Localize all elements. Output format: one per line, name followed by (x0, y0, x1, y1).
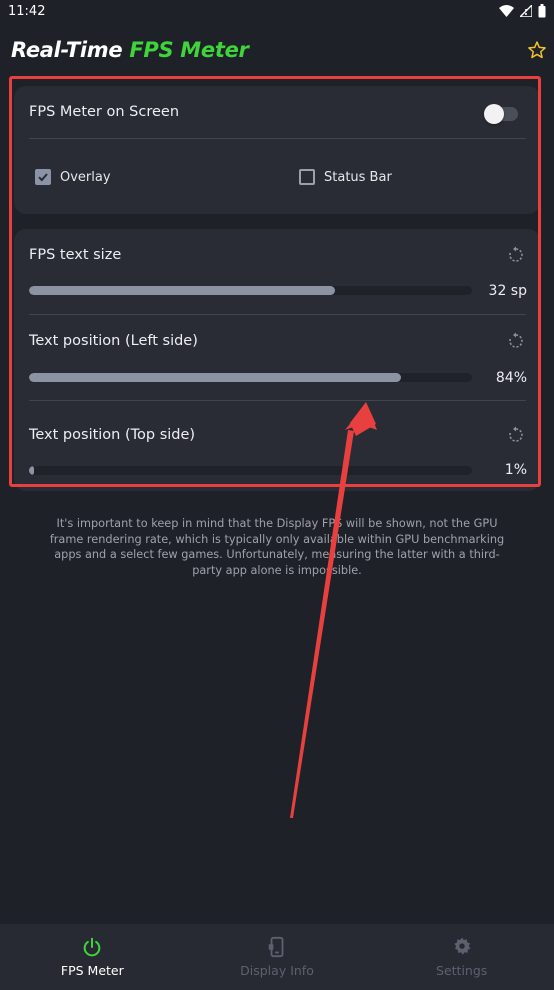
nav-display-info[interactable]: Display Info (185, 924, 370, 990)
highlight-frame (9, 76, 541, 487)
power-icon (84, 937, 101, 957)
gear-icon (454, 937, 471, 955)
battery-icon (538, 4, 546, 18)
nav-label: Display Info (240, 963, 314, 978)
app-title-accent: FPS Meter (129, 38, 249, 62)
status-time: 11:42 (8, 3, 46, 19)
status-bar: 11:42 (0, 0, 554, 22)
nav-fps-meter[interactable]: FPS Meter (0, 924, 185, 990)
info-note: It's important to keep in mind that the … (49, 517, 505, 577)
nav-label: FPS Meter (60, 963, 124, 978)
wifi-icon (499, 5, 514, 17)
app-title: Real-Time FPS Meter (11, 38, 249, 62)
app-title-plain: Real-Time (11, 38, 130, 62)
nav-settings[interactable]: Settings (369, 924, 554, 990)
star-icon[interactable] (526, 39, 548, 61)
nav-label: Settings (436, 963, 488, 978)
status-icons (499, 4, 546, 18)
signal-icon (520, 5, 532, 17)
app-header: Real-Time FPS Meter (0, 30, 554, 70)
bottom-nav: FPS Meter Display Info Settings (0, 924, 554, 990)
phone-icon (268, 936, 284, 958)
